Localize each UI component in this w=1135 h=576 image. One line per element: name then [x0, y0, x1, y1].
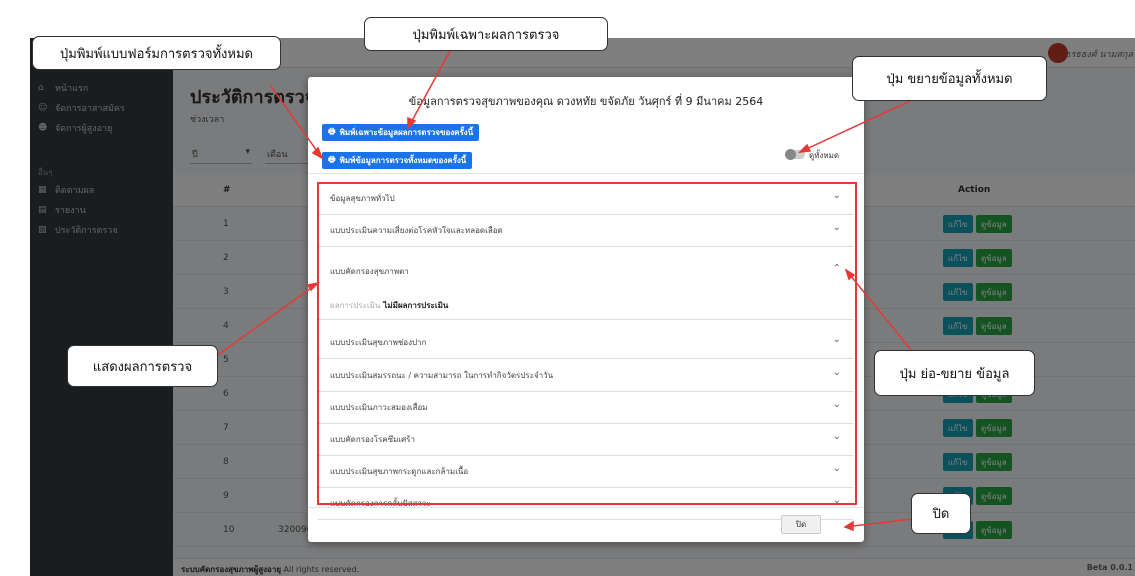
expand-all-toggle[interactable] [785, 149, 805, 160]
screenshot-stage: ⌂ หน้าแรก ☺ จัดการอาสาสมัคร ☻ จัดการผู้ส… [0, 0, 1135, 576]
divider [308, 507, 864, 508]
modal-title: ข้อมูลการตรวจสุขภาพของคุณ ดวงหทัย ขจัดภั… [408, 95, 764, 108]
callout-print-all: ปุ่มพิมพ์แบบฟอร์มการตรวจทั้งหมด [32, 36, 281, 70]
callout-collapse-expand: ปุ่ม ย่อ-ขยาย ข้อมูล [874, 350, 1035, 396]
print-all-button[interactable]: 🖶 พิมพ์ข้อมูลการตรวจทั้งหมดของครั้งนี้ [322, 152, 473, 169]
callout-close: ปิด [911, 493, 971, 534]
expand-all-label: ดูทั้งหมด [809, 151, 840, 160]
callout-print-results: ปุ่มพิมพ์เฉพาะผลการตรวจ [364, 17, 608, 51]
annotation-frame-accordion [317, 182, 857, 505]
printer-icon: 🖶 [328, 154, 336, 164]
printer-icon: 🖶 [328, 126, 336, 136]
divider [318, 519, 853, 520]
print-results-label: พิมพ์เฉพาะข้อมูลผลการตรวจของครั้งนี้ [339, 128, 474, 137]
divider [308, 173, 864, 174]
print-results-button[interactable]: 🖶 พิมพ์เฉพาะข้อมูลผลการตรวจของครั้งนี้ [322, 124, 480, 141]
callout-show-results: แสดงผลการตรวจ [67, 345, 218, 387]
print-all-label: พิมพ์ข้อมูลการตรวจทั้งหมดของครั้งนี้ [339, 156, 467, 165]
close-button[interactable]: ปิด [781, 515, 821, 534]
callout-expand-all: ปุ่ม ขยายข้อมูลทั้งหมด [852, 56, 1047, 101]
